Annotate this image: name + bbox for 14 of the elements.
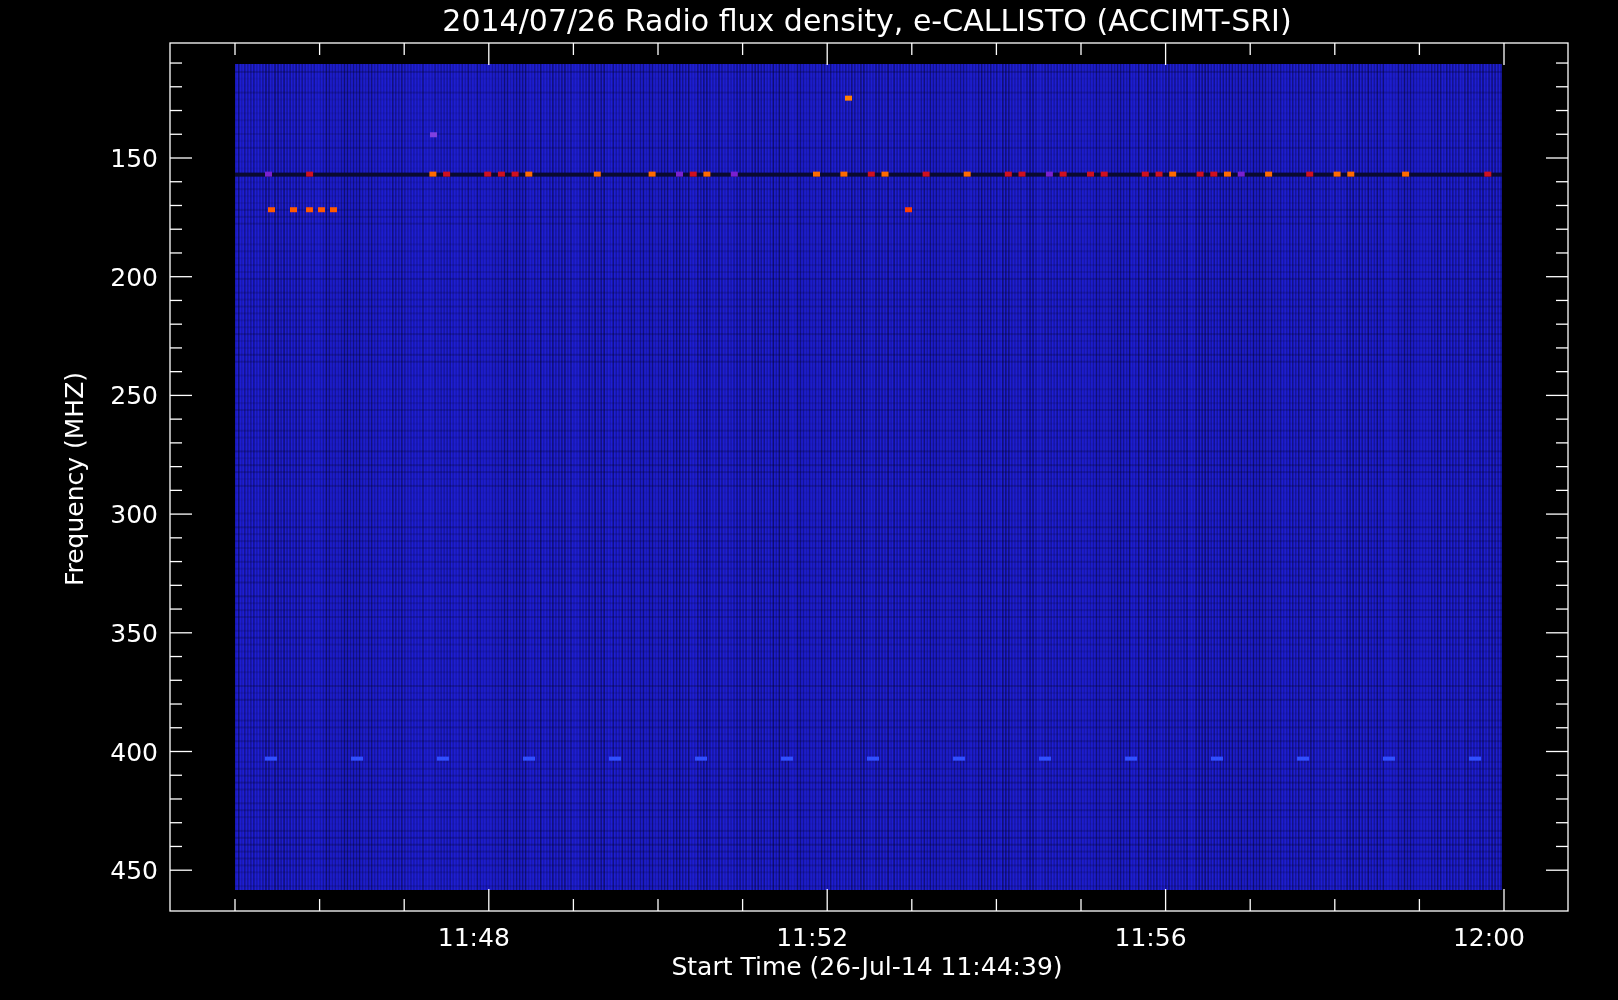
x-tick-label: 12:00 bbox=[1453, 923, 1525, 952]
x-tick-label: 11:56 bbox=[1114, 923, 1187, 952]
y-tick-label: 150 bbox=[110, 144, 158, 173]
y-tick-label: 300 bbox=[110, 500, 158, 530]
x-tick-label: 11:48 bbox=[437, 923, 510, 952]
y-tick-label: 200 bbox=[110, 262, 158, 292]
y-tick-label: 400 bbox=[110, 737, 158, 767]
y-axis-label: Frequency (MHZ) bbox=[60, 371, 89, 587]
x-tick-label: 11:52 bbox=[776, 923, 849, 952]
y-tick-label: 450 bbox=[110, 856, 158, 886]
y-tick-label: 250 bbox=[110, 381, 158, 411]
y-tick-label: 350 bbox=[110, 618, 158, 648]
x-axis-label: Start Time (26-Jul-14 11:44:39) bbox=[671, 952, 1063, 981]
chart-title: 2014/07/26 Radio flux density, e-CALLISTO (ACCIMT-SRI) bbox=[442, 3, 1292, 38]
